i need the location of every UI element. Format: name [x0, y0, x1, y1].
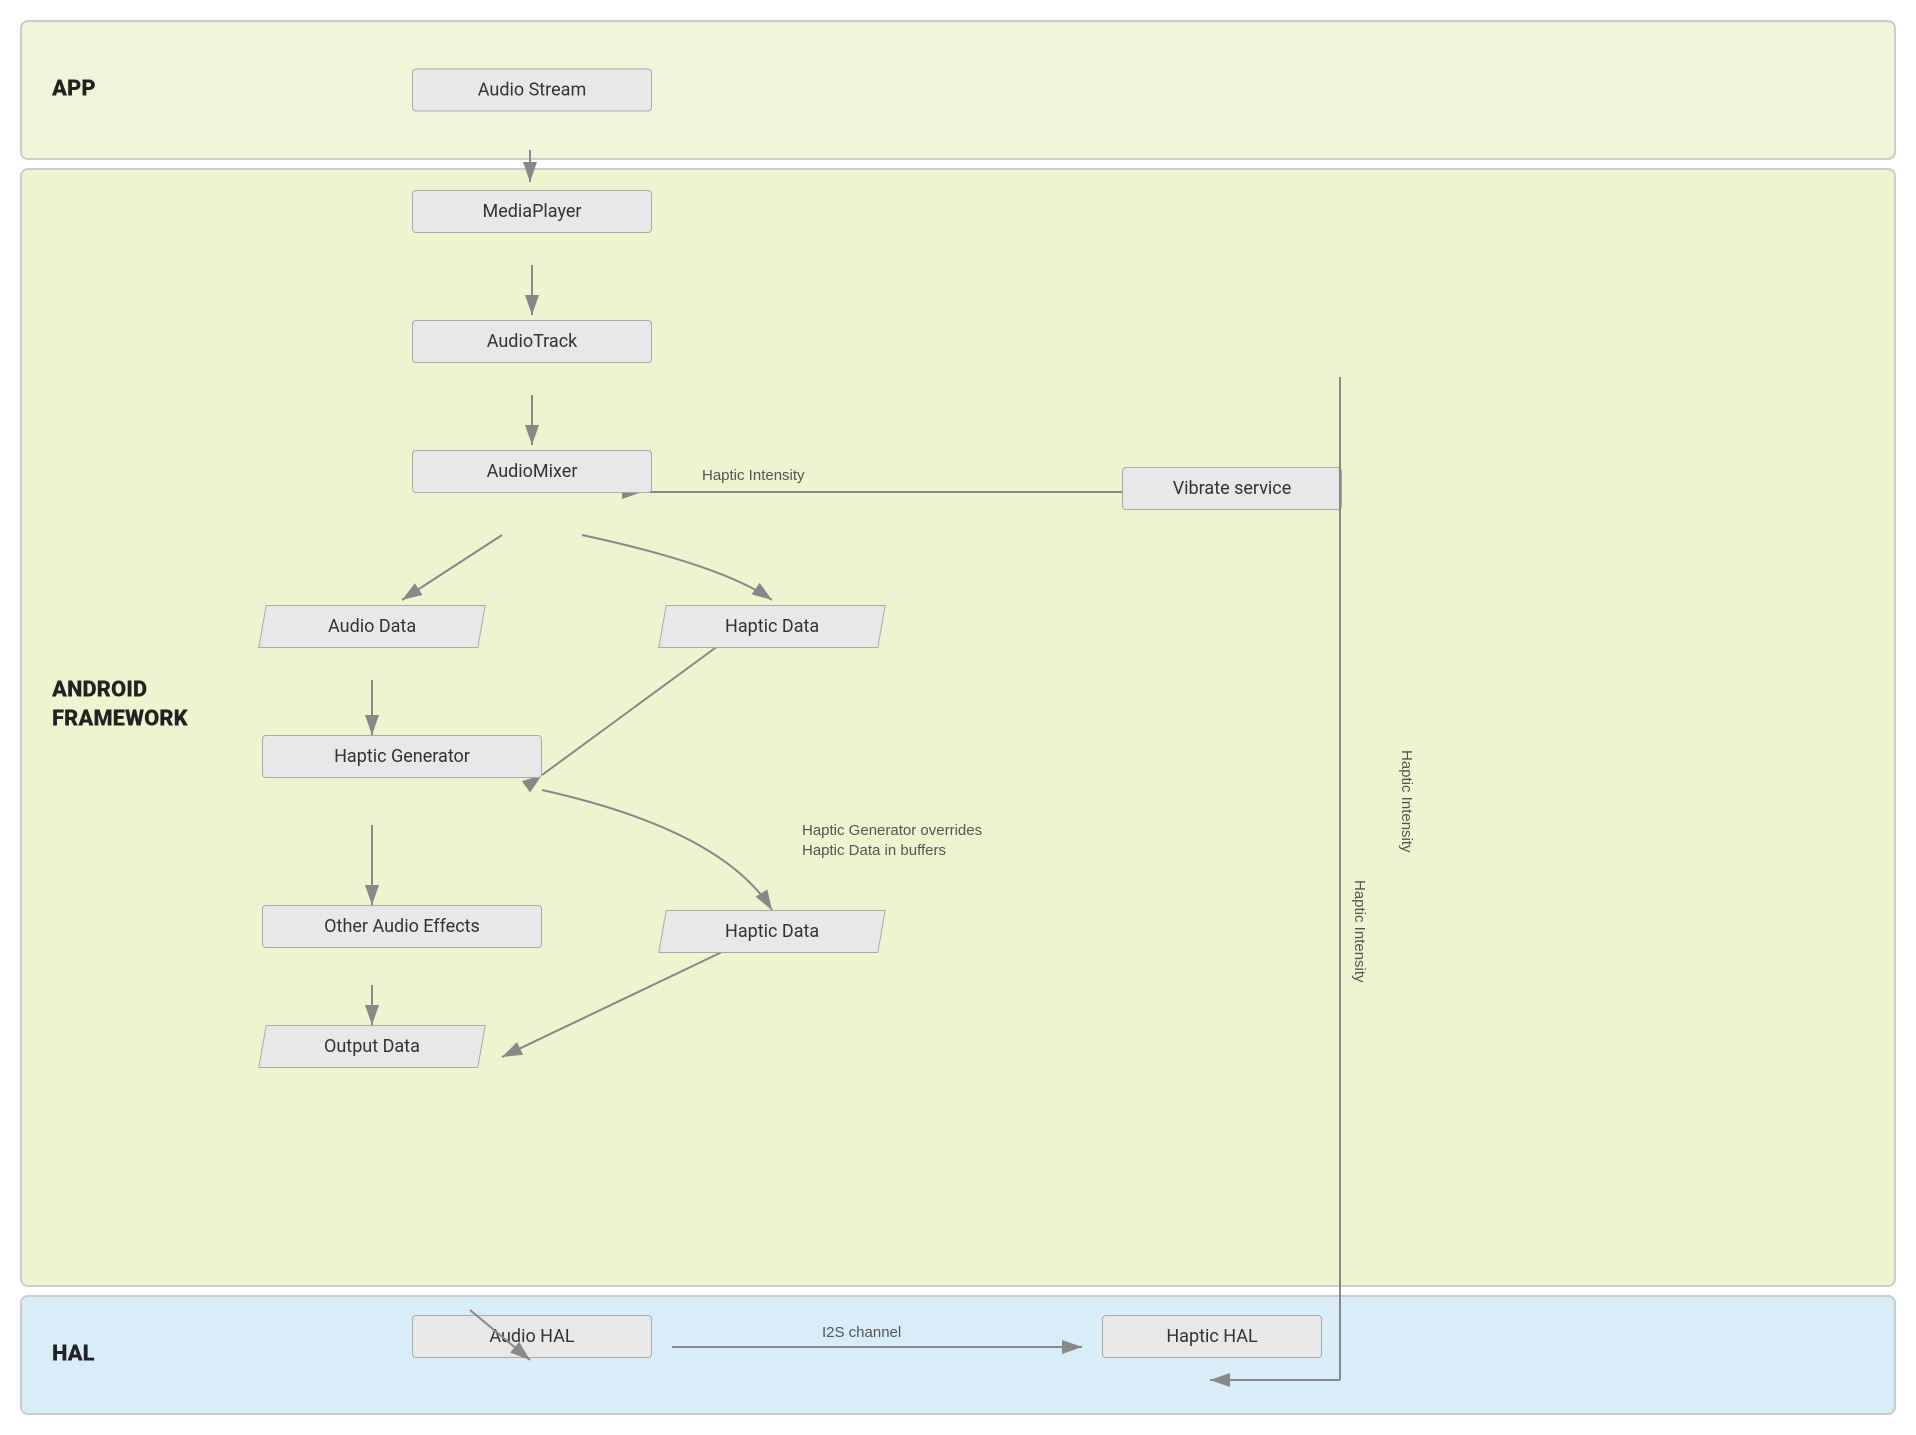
app-label: APP [52, 76, 96, 105]
audio-stream-box: Audio Stream [412, 69, 652, 112]
haptic-data-bottom-box: Haptic Data [658, 910, 886, 953]
framework-label: ANDROIDFRAMEWORK [52, 677, 188, 734]
other-audio-effects-box: Other Audio Effects [262, 905, 542, 948]
haptic-intensity-right-label: Haptic Intensity [1398, 750, 1415, 853]
audio-data-box: Audio Data [258, 605, 486, 648]
haptic-intensity-top-label: Haptic Intensity [702, 467, 805, 484]
vibrate-service-box: Vibrate service [1122, 467, 1342, 510]
audio-track-box: AudioTrack [412, 320, 652, 363]
haptic-overrides-label1: Haptic Generator overrides [802, 822, 982, 839]
framework-svg: Haptic Intensity Haptic Intensity Haptic… [22, 170, 1894, 1285]
audio-hal-box: Audio HAL [412, 1315, 652, 1358]
haptic-data-top-box: Haptic Data [658, 605, 886, 648]
i2s-channel-label: I2S channel [822, 1324, 901, 1341]
haptic-generator-box: Haptic Generator [262, 735, 542, 778]
haptic-overrides-label2: Haptic Data in buffers [802, 842, 946, 859]
output-data-box: Output Data [258, 1025, 486, 1068]
diagram-container: APP Audio Stream ANDROIDFRAMEWORK [0, 0, 1916, 1435]
haptic-hal-box: Haptic HAL [1102, 1315, 1322, 1358]
hal-label: HAL [52, 1341, 95, 1370]
section-framework: ANDROIDFRAMEWORK [20, 168, 1896, 1287]
audio-mixer-box: AudioMixer [412, 450, 652, 493]
hal-svg: I2S channel [22, 1297, 1894, 1413]
media-player-box: MediaPlayer [412, 190, 652, 233]
section-app: APP Audio Stream [20, 20, 1896, 160]
section-hal: HAL I2S channel Audio HAL Haptic HAL [20, 1295, 1896, 1415]
